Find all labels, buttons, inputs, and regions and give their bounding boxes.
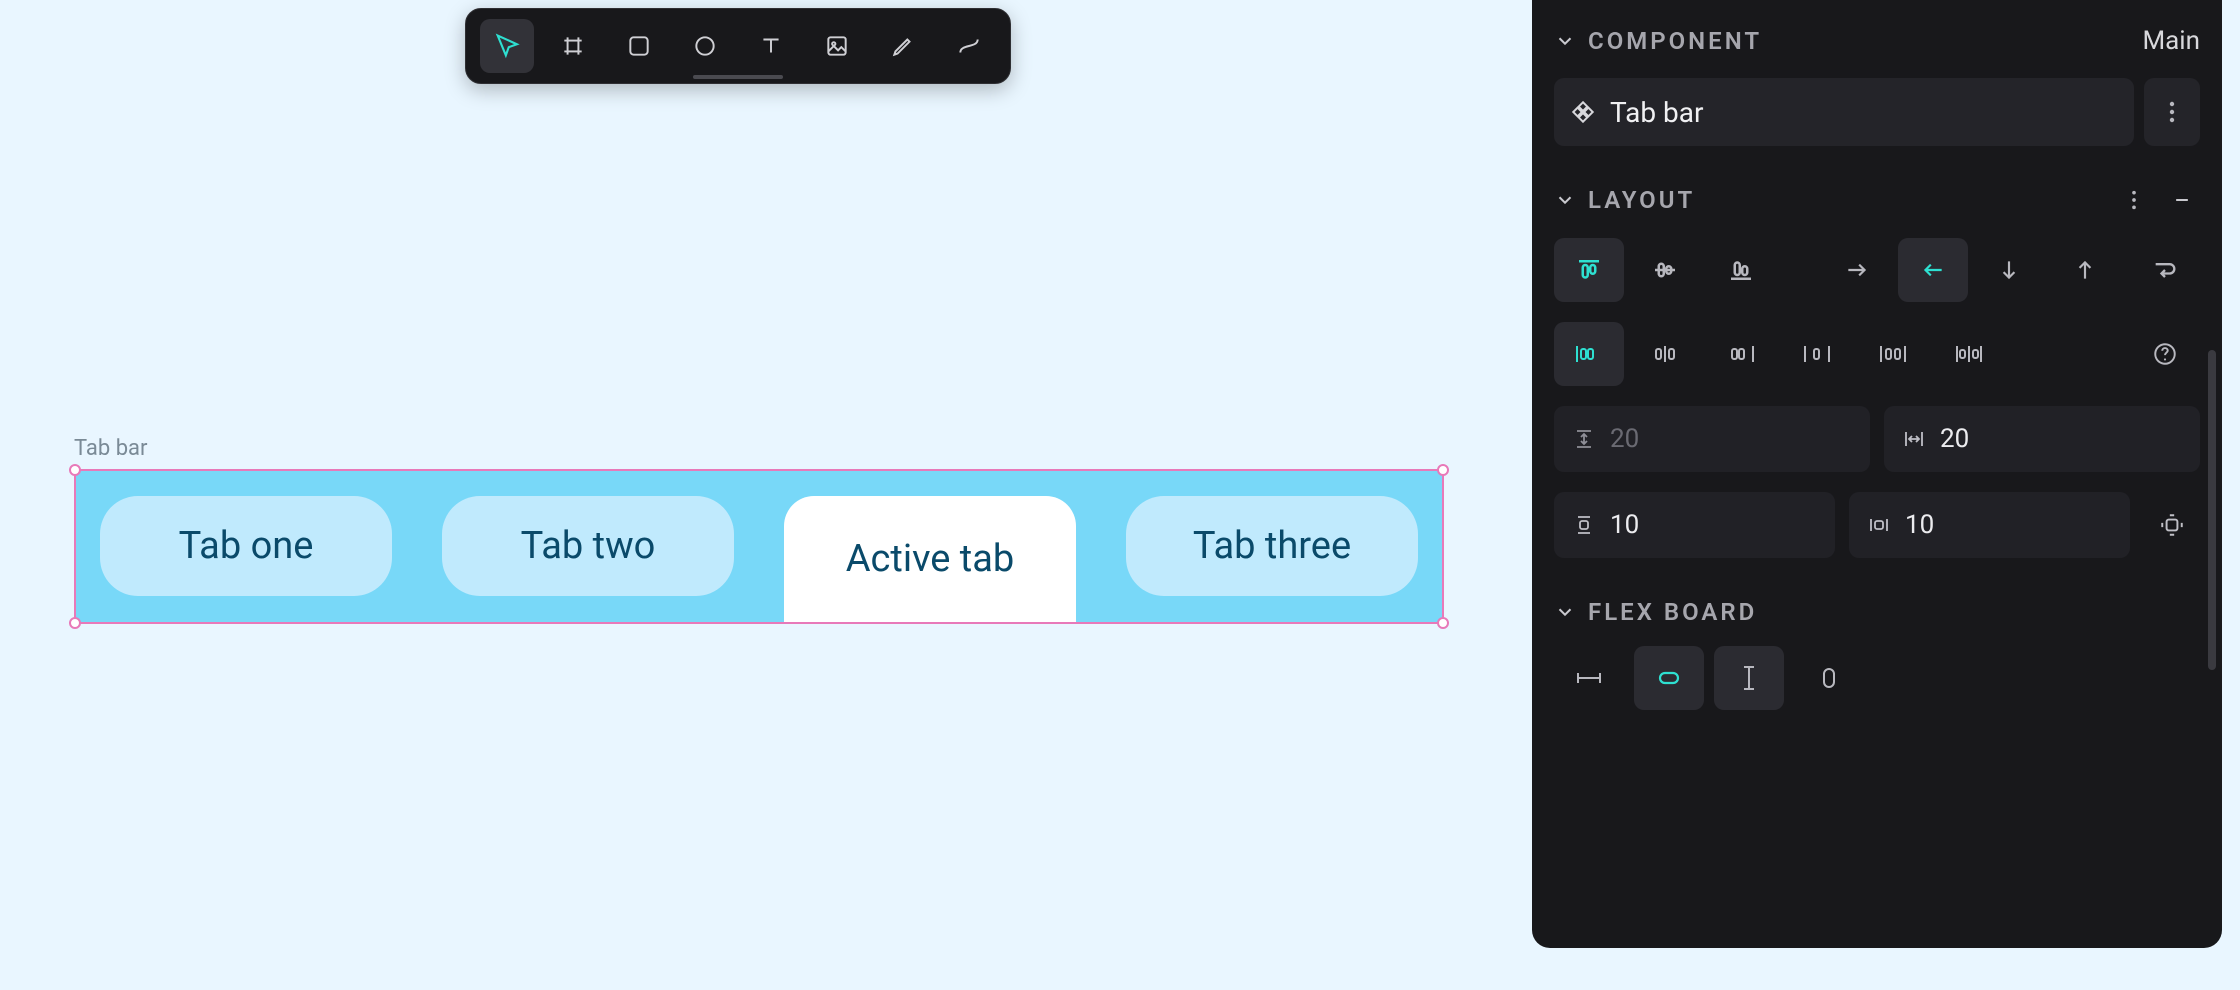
justify-space-around-button[interactable] — [1858, 322, 1928, 386]
column-gap-value: 20 — [1940, 424, 1969, 454]
tool-rectangle[interactable] — [612, 19, 666, 73]
component-menu-button[interactable] — [2144, 78, 2200, 146]
section-title: LAYOUT — [1588, 186, 1695, 214]
layout-options-button[interactable] — [2116, 182, 2152, 218]
selection-handle-tr[interactable] — [1437, 464, 1449, 476]
padding-horizontal-icon — [1867, 513, 1891, 537]
floating-toolbar — [465, 8, 1011, 84]
row-gap-input[interactable]: 20 — [1554, 406, 1870, 472]
justify-space-evenly-button[interactable] — [1934, 322, 2004, 386]
component-name-field[interactable]: Tab bar — [1554, 78, 2134, 146]
section-title: COMPONENT — [1588, 27, 1762, 55]
width-fill-button[interactable] — [1634, 646, 1704, 710]
tab-one[interactable]: Tab one — [100, 496, 392, 596]
tool-ellipse[interactable] — [678, 19, 732, 73]
row-gap-icon — [1572, 427, 1596, 451]
column-gap-input[interactable]: 20 — [1884, 406, 2200, 472]
direction-column-button[interactable] — [1974, 238, 2044, 302]
tool-select[interactable] — [480, 19, 534, 73]
height-fill-button[interactable] — [1794, 646, 1864, 710]
tab-active[interactable]: Active tab — [784, 496, 1076, 622]
chevron-down-icon — [1554, 189, 1576, 211]
height-fixed-button[interactable] — [1714, 646, 1784, 710]
section-title: FLEX BOARD — [1588, 598, 1757, 626]
padding-per-side-button[interactable] — [2144, 492, 2200, 558]
tab-two[interactable]: Tab two — [442, 496, 734, 596]
tab-label: Tab one — [179, 524, 314, 568]
component-name-text: Tab bar — [1610, 96, 1704, 129]
direction-row-button[interactable] — [1822, 238, 1892, 302]
chevron-down-icon — [1554, 601, 1576, 623]
width-fixed-button[interactable] — [1554, 646, 1624, 710]
column-gap-icon — [1902, 427, 1926, 451]
selection-handle-bl[interactable] — [69, 617, 81, 629]
justify-space-between-button[interactable] — [1782, 322, 1852, 386]
tool-image[interactable] — [810, 19, 864, 73]
justify-help-button[interactable] — [2130, 322, 2200, 386]
layout-remove-button[interactable] — [2164, 182, 2200, 218]
tool-text[interactable] — [744, 19, 798, 73]
tab-label: Tab two — [521, 524, 656, 568]
tab-three[interactable]: Tab three — [1126, 496, 1418, 596]
align-items-start-button[interactable] — [1554, 238, 1624, 302]
wrap-button[interactable] — [2130, 238, 2200, 302]
tab-bar-component[interactable]: Tab one Tab two Active tab Tab three — [74, 469, 1444, 624]
tool-frame[interactable] — [546, 19, 600, 73]
tool-curve[interactable] — [942, 19, 996, 73]
selection-handle-br[interactable] — [1437, 617, 1449, 629]
padding-horizontal-input[interactable]: 10 — [1849, 492, 2130, 558]
tab-label: Active tab — [846, 537, 1015, 581]
canvas-component-label[interactable]: Tab bar — [74, 436, 147, 461]
toolbar-drag-handle[interactable] — [693, 75, 783, 79]
padding-horizontal-value: 10 — [1905, 510, 1934, 540]
padding-vertical-input[interactable]: 10 — [1554, 492, 1835, 558]
padding-vertical-icon — [1572, 513, 1596, 537]
section-component-header[interactable]: COMPONENT Main — [1554, 26, 2200, 56]
row-gap-value: 20 — [1610, 424, 1639, 454]
justify-end-button[interactable] — [1706, 322, 1776, 386]
variant-dropdown[interactable]: Main — [2142, 26, 2200, 56]
selection-handle-tl[interactable] — [69, 464, 81, 476]
direction-column-reverse-button[interactable] — [2050, 238, 2120, 302]
tool-pencil[interactable] — [876, 19, 930, 73]
chevron-down-icon — [1554, 30, 1576, 52]
section-flexboard-header[interactable]: FLEX BOARD — [1554, 598, 2200, 626]
padding-vertical-value: 10 — [1610, 510, 1639, 540]
align-items-end-button[interactable] — [1706, 238, 1776, 302]
tab-label: Tab three — [1193, 524, 1351, 568]
align-items-center-button[interactable] — [1630, 238, 1700, 302]
justify-start-button[interactable] — [1554, 322, 1624, 386]
component-icon — [1570, 99, 1596, 125]
direction-row-reverse-button[interactable] — [1898, 238, 1968, 302]
inspector-panel: COMPONENT Main Tab bar LAYOUT — [1532, 0, 2222, 948]
justify-center-button[interactable] — [1630, 322, 1700, 386]
section-layout-header[interactable]: LAYOUT — [1554, 182, 2200, 218]
